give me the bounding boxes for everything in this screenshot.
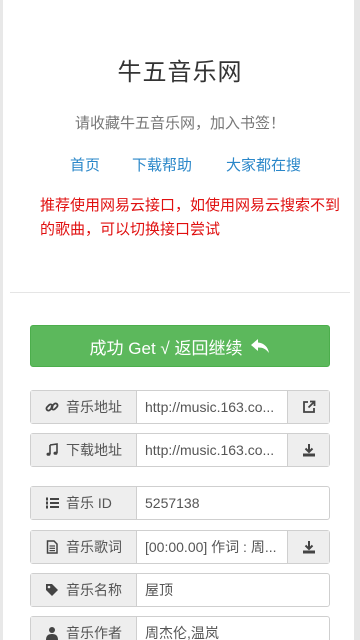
field-row-music-artist: 音乐作者 周杰伦,温岚	[30, 616, 330, 640]
page-title: 牛五音乐网	[117, 59, 243, 86]
field-label-music-id: 音乐 ID	[31, 487, 137, 519]
field-label-lyrics: 音乐歌词	[31, 531, 137, 563]
nav-link-home[interactable]: 首页	[70, 154, 100, 175]
field-row-download-url: 下载地址 http://music.163.co...	[30, 433, 330, 467]
field-label-music-artist: 音乐作者	[31, 617, 137, 640]
field-label-download-url: 下载地址	[31, 434, 137, 466]
field-row-music-url: 音乐地址 http://music.163.co...	[30, 390, 330, 424]
field-value-lyrics[interactable]: [00:00.00] 作词 : 周...	[137, 531, 287, 563]
list-ol-icon	[45, 496, 59, 510]
download-icon	[302, 540, 316, 554]
field-value-music-id[interactable]: 5257138	[137, 487, 329, 519]
file-text-icon	[45, 540, 59, 554]
open-link-button[interactable]	[287, 391, 329, 423]
download-icon	[302, 443, 316, 457]
divider	[10, 292, 350, 293]
scrollbar-track[interactable]	[354, 0, 360, 640]
window-edge-left	[0, 0, 3, 640]
download-music-button[interactable]	[287, 434, 329, 466]
field-value-music-name[interactable]: 屋顶	[137, 574, 329, 606]
download-lyrics-button[interactable]	[287, 531, 329, 563]
success-button-label: 成功 Get √ 返回继续	[89, 338, 243, 358]
nav-link-popular-searches[interactable]: 大家都在搜	[226, 154, 301, 175]
music-note-icon	[45, 443, 59, 457]
field-value-download-url[interactable]: http://music.163.co...	[137, 434, 287, 466]
user-icon	[45, 626, 59, 640]
field-value-music-artist[interactable]: 周杰伦,温岚	[137, 617, 329, 640]
field-row-music-id: 音乐 ID 5257138	[30, 486, 330, 520]
page-subtitle: 请收藏牛五音乐网，加入书签！	[74, 115, 285, 132]
tag-icon	[45, 583, 59, 597]
link-icon	[45, 400, 59, 414]
external-link-icon	[302, 400, 316, 414]
field-value-music-url[interactable]: http://music.163.co...	[137, 391, 287, 423]
field-label-music-name: 音乐名称	[31, 574, 137, 606]
success-return-button[interactable]: 成功 Get √ 返回继续	[30, 325, 330, 367]
field-label-music-url: 音乐地址	[31, 391, 137, 423]
field-row-lyrics: 音乐歌词 [00:00.00] 作词 : 周...	[30, 530, 330, 564]
notice-text: 推荐使用网易云接口，如使用网易云搜索不到的歌曲，可以切换接口尝试	[40, 197, 341, 238]
nav-link-download-help[interactable]: 下载帮助	[132, 154, 192, 175]
reply-icon	[250, 338, 270, 354]
field-row-music-name: 音乐名称 屋顶	[30, 573, 330, 607]
